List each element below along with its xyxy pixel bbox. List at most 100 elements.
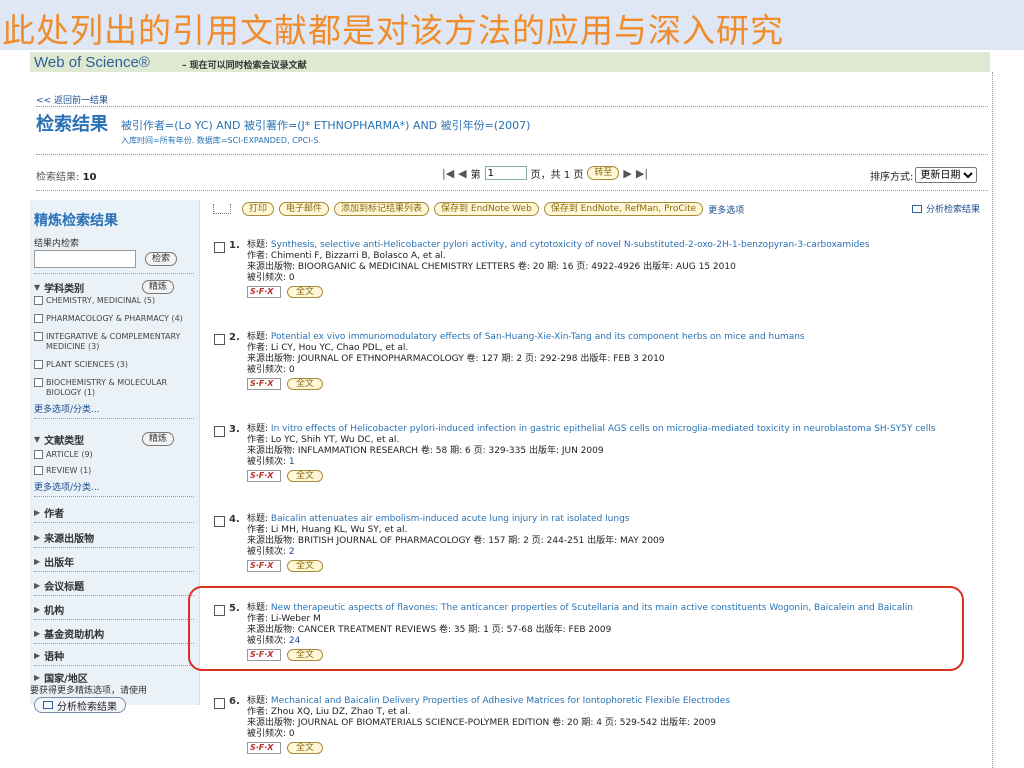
prev-page-icon[interactable]: ◀ bbox=[458, 167, 466, 180]
divider bbox=[34, 571, 194, 572]
analyze-results-button[interactable]: 分析检索结果 bbox=[34, 697, 126, 713]
email-button[interactable]: 电子邮件 bbox=[279, 202, 330, 216]
record-checkbox[interactable] bbox=[214, 334, 225, 345]
search-within-button[interactable]: 检索 bbox=[145, 252, 178, 266]
facet-checkbox[interactable]: PHARMACOLOGY & PHARMACY (4) bbox=[34, 314, 183, 324]
facet-checkbox[interactable]: BIOCHEMISTRY & MOLECULAR BIOLOGY (1) bbox=[34, 378, 200, 398]
wos-logo[interactable]: Web of Science® bbox=[34, 54, 150, 71]
record-title-link[interactable]: Synthesis, selective anti-Helicobacter p… bbox=[271, 240, 870, 250]
section-title: 文献类型 bbox=[44, 436, 85, 447]
collapse-arrow-icon: ▼ bbox=[34, 435, 41, 444]
record-authors: Lo YC, Shih YT, Wu DC, et al. bbox=[270, 435, 400, 445]
analyze-results-link[interactable]: 分析检索结果 bbox=[912, 202, 980, 215]
section-source[interactable]: ▶ 来源出版物 bbox=[34, 530, 94, 545]
expand-arrow-icon: ▶ bbox=[34, 605, 41, 614]
save-endnote-web-button[interactable]: 保存到 EndNote Web bbox=[434, 202, 539, 216]
collapse-arrow-icon: ▼ bbox=[34, 283, 41, 292]
divider bbox=[34, 619, 194, 620]
section-title: 作者 bbox=[44, 509, 65, 520]
record-checkbox[interactable] bbox=[214, 242, 225, 253]
record-checkbox[interactable] bbox=[214, 698, 225, 709]
section-language[interactable]: ▶ 语种 bbox=[34, 648, 64, 663]
field-label: 被引频次: bbox=[247, 547, 287, 557]
fulltext-button[interactable]: 全文 bbox=[287, 378, 324, 390]
fulltext-button[interactable]: 全文 bbox=[287, 470, 324, 482]
sfx-icon[interactable]: S·F·X bbox=[247, 742, 281, 754]
facet-checkbox[interactable]: CHEMISTRY, MEDICINAL (5) bbox=[34, 296, 155, 306]
save-endnote-button[interactable]: 保存到 EndNote, RefMan, ProCite bbox=[543, 202, 704, 216]
field-label: 作者: bbox=[247, 343, 269, 353]
first-page-icon[interactable]: |◀ bbox=[442, 167, 454, 180]
record-checkbox[interactable] bbox=[214, 426, 225, 437]
select-arrow-icon bbox=[213, 204, 231, 214]
record-cited: 0 bbox=[288, 273, 295, 283]
facet-checkbox[interactable]: REVIEW (1) bbox=[34, 466, 91, 476]
section-authors[interactable]: ▶ 作者 bbox=[34, 505, 64, 520]
divider bbox=[34, 547, 194, 548]
search-within-input[interactable] bbox=[34, 250, 136, 268]
facet-label: REVIEW (1) bbox=[46, 466, 92, 475]
record-checkbox[interactable] bbox=[214, 516, 225, 527]
facet-checkbox[interactable]: PLANT SCIENCES (3) bbox=[34, 360, 128, 370]
field-label: 作者: bbox=[247, 525, 269, 535]
more-options-link[interactable]: 更多选项 bbox=[708, 203, 744, 216]
section-subject[interactable]: ▼ 学科类别 bbox=[34, 280, 84, 295]
section-institution[interactable]: ▶ 机构 bbox=[34, 602, 64, 617]
refine-button[interactable]: 精炼 bbox=[142, 432, 175, 446]
section-year[interactable]: ▶ 出版年 bbox=[34, 554, 74, 569]
page-input[interactable] bbox=[484, 166, 527, 180]
analyze-label: 分析检索结果 bbox=[57, 701, 117, 713]
more-options-link[interactable]: 更多选项/分类... bbox=[34, 402, 100, 415]
facet-checkbox[interactable]: INTEGRATIVE & COMPLEMENTARY MEDICINE (3) bbox=[34, 332, 200, 352]
banner: 此处列出的引用文献都是对该方法的应用与深入研究 bbox=[0, 0, 1024, 50]
expand-arrow-icon: ▶ bbox=[34, 508, 41, 517]
fulltext-button[interactable]: 全文 bbox=[287, 286, 324, 298]
facet-label: ARTICLE (9) bbox=[46, 450, 93, 459]
checkbox[interactable] bbox=[34, 360, 43, 369]
expand-arrow-icon: ▶ bbox=[34, 581, 41, 590]
sfx-icon[interactable]: S·F·X bbox=[247, 470, 281, 482]
expand-arrow-icon: ▶ bbox=[34, 651, 41, 660]
checkbox[interactable] bbox=[34, 332, 43, 341]
section-conference[interactable]: ▶ 会议标题 bbox=[34, 578, 84, 593]
record-cited[interactable]: 2 bbox=[289, 547, 295, 557]
checkbox[interactable] bbox=[34, 378, 43, 387]
sort-select[interactable]: 更新日期 bbox=[915, 167, 978, 183]
last-page-icon[interactable]: ▶| bbox=[636, 167, 648, 180]
record-title-link[interactable]: Mechanical and Baicalin Delivery Propert… bbox=[271, 696, 730, 706]
checkbox[interactable] bbox=[34, 466, 43, 475]
result-title: 检索结果 bbox=[36, 114, 108, 135]
section-title: 出版年 bbox=[44, 558, 75, 569]
facet-checkbox[interactable]: ARTICLE (9) bbox=[34, 450, 93, 460]
refine-button[interactable]: 精炼 bbox=[142, 280, 175, 294]
print-button[interactable]: 打印 bbox=[242, 202, 275, 216]
expand-arrow-icon: ▶ bbox=[34, 629, 41, 638]
next-page-icon[interactable]: ▶ bbox=[623, 167, 631, 180]
record-title-link[interactable]: In vitro effects of Helicobacter pylori-… bbox=[271, 424, 936, 434]
sfx-icon[interactable]: S·F·X bbox=[247, 378, 281, 390]
checkbox[interactable] bbox=[34, 314, 43, 323]
go-button[interactable]: 转至 bbox=[587, 166, 620, 180]
sfx-icon[interactable]: S·F·X bbox=[247, 286, 281, 298]
record-cited[interactable]: 1 bbox=[289, 457, 295, 467]
facet-label: BIOCHEMISTRY & MOLECULAR BIOLOGY (1) bbox=[46, 378, 168, 397]
more-options-link[interactable]: 更多选项/分类... bbox=[34, 480, 100, 493]
record-title-link[interactable]: Potential ex vivo immunomodulatory effec… bbox=[271, 332, 805, 342]
list-icon bbox=[912, 204, 922, 213]
facet-label: CHEMISTRY, MEDICINAL (5) bbox=[46, 296, 156, 305]
add-marked-button[interactable]: 添加到标记结果列表 bbox=[334, 202, 430, 216]
record-authors: Chimenti F, Bizzarri B, Bolasco A, et al… bbox=[270, 251, 446, 261]
sfx-icon[interactable]: S·F·X bbox=[247, 560, 281, 572]
fulltext-button[interactable]: 全文 bbox=[287, 560, 324, 572]
fulltext-button[interactable]: 全文 bbox=[287, 742, 324, 754]
checkbox[interactable] bbox=[34, 450, 43, 459]
back-link[interactable]: << 返回前一结果 bbox=[36, 93, 108, 106]
section-doc-type[interactable]: ▼ 文献类型 bbox=[34, 432, 84, 447]
section-funding[interactable]: ▶ 基金资助机构 bbox=[34, 626, 104, 641]
divider bbox=[34, 496, 194, 497]
record-title-link[interactable]: Baicalin attenuates air embolism-induced… bbox=[271, 514, 630, 524]
sidebar-note: 要获得更多精炼选项，请使用 bbox=[30, 686, 148, 696]
divider bbox=[34, 665, 194, 666]
divider bbox=[36, 106, 988, 107]
checkbox[interactable] bbox=[34, 296, 43, 305]
